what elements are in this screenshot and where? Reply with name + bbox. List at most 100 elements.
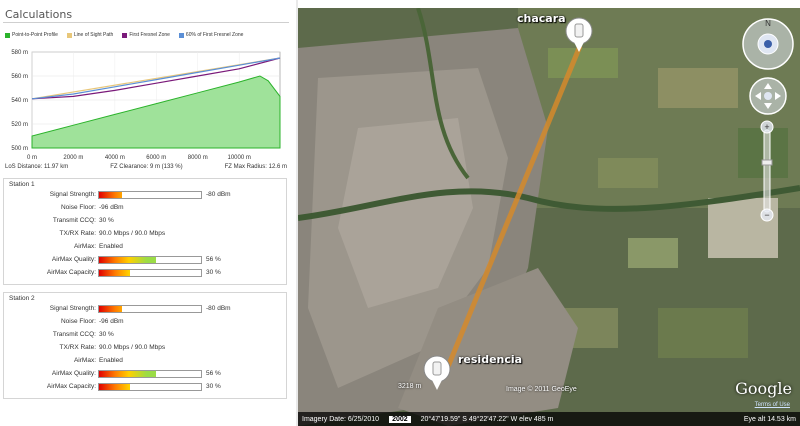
x-tick-label: 10000 m [228, 155, 251, 161]
txrx-rate-value: 90.0 Mbps / 90.0 Mbps [99, 344, 166, 351]
signal-strength-value: -80 dBm [206, 191, 231, 198]
fz-max-radius: FZ Max Radius: 12.6 m [224, 164, 287, 170]
signal-strength-label: Signal Strength: [49, 305, 96, 312]
legend-swatch-los [66, 32, 72, 38]
svg-text:+: + [764, 122, 769, 132]
transmit-ccq-value: 30 % [99, 331, 114, 338]
transmit-ccq-value: 30 % [99, 217, 114, 224]
x-tick-label: 8000 m [188, 155, 208, 161]
profile-chart-svg: 500 m 520 m 540 m 560 m 580 m 0 m 2000 m 4000 m… [11, 50, 281, 161]
airmax-label: AirMax: [73, 243, 96, 250]
noise-floor-label: Noise Floor: [60, 318, 96, 325]
satellite-map[interactable]: chacara residencia N + − 3218 m Image © … [298, 8, 800, 426]
map-status-bar: Imagery Date: 6/25/2010 2002 20°47'19.59… [298, 412, 800, 426]
airmax-capacity-fill [99, 270, 130, 276]
signal-strength-row: Signal Strength: -80 dBm [4, 303, 286, 316]
fz-clearance: FZ Clearance: 9 m (133 %) [110, 164, 183, 170]
map-pin-residencia[interactable] [422, 354, 452, 392]
look-around-control[interactable]: N [740, 16, 796, 72]
airmax-label: AirMax: [73, 357, 96, 364]
historical-year-button[interactable]: 2002 [389, 415, 411, 423]
pin-label-residencia: residencia [458, 353, 523, 366]
airmax-quality-fill [99, 257, 157, 263]
airmax-quality-value: 56 % [206, 370, 221, 377]
airmax-capacity-value: 30 % [206, 269, 221, 276]
airmax-capacity-fill [99, 384, 130, 390]
station-1-title: Station 1 [9, 181, 35, 188]
panel-title: Calculations [5, 8, 73, 21]
y-tick-label: 520 m [11, 122, 28, 128]
airmax-quality-bar [98, 256, 202, 264]
compass-north: N [765, 19, 771, 28]
signal-strength-label: Signal Strength: [49, 191, 96, 198]
transmit-ccq-label: Transmit CCQ: [52, 217, 96, 224]
y-tick-label: 500 m [11, 146, 28, 152]
noise-floor-row: Noise Floor: -96 dBm [4, 316, 286, 329]
legend-label-fresnel60: 60% of First Fresnel Zone [185, 32, 244, 38]
signal-strength-value: -80 dBm [206, 305, 231, 312]
pin-label-chacara: chacara [517, 12, 566, 25]
legend-item-fresnel60: 60% of First Fresnel Zone [178, 32, 244, 38]
legend-label-los: Line of Sight Path [73, 32, 114, 38]
terms-of-use-link[interactable]: Terms of Use [755, 402, 790, 408]
calculations-panel: Calculations Point-to-Point Profile Line… [0, 0, 292, 426]
legend-item-los: Line of Sight Path [66, 32, 114, 38]
signal-strength-row: Signal Strength: -80 dBm [4, 189, 286, 202]
airmax-capacity-bar [98, 383, 202, 391]
x-tick-label: 0 m [27, 155, 37, 161]
link-stats: LoS Distance: 11.97 km FZ Clearance: 9 m… [3, 164, 289, 177]
airmax-capacity-row: AirMax Capacity: 30 % [4, 267, 286, 280]
station-2-box: Station 2 Signal Strength: -80 dBm Noise… [3, 292, 287, 399]
svg-text:−: − [764, 210, 769, 220]
airmax-row: AirMax: Enabled [4, 355, 286, 368]
transmit-ccq-row: Transmit CCQ: 30 % [4, 329, 286, 342]
google-logo: Google [735, 379, 792, 398]
y-tick-label: 580 m [11, 50, 28, 56]
x-tick-label: 6000 m [146, 155, 166, 161]
imagery-attribution: Image © 2011 GeoEye [506, 386, 577, 393]
noise-floor-value: -96 dBm [99, 318, 124, 325]
title-divider [3, 22, 289, 23]
signal-strength-bar [98, 305, 202, 313]
map-scale: 3218 m [398, 383, 422, 390]
legend-item-fresnel: First Fresnel Zone [122, 32, 170, 38]
airmax-quality-row: AirMax Quality: 56 % [4, 254, 286, 267]
txrx-rate-row: TX/RX Rate: 90.0 Mbps / 90.0 Mbps [4, 342, 286, 355]
signal-strength-fill [99, 192, 123, 198]
legend-item-profile: Point-to-Point Profile [5, 32, 58, 38]
txrx-rate-label: TX/RX Rate: [59, 230, 96, 237]
airmax-value: Enabled [99, 357, 123, 364]
legend-label-fresnel: First Fresnel Zone [129, 32, 170, 38]
station-2-title: Station 2 [9, 295, 35, 302]
airmax-capacity-row: AirMax Capacity: 30 % [4, 381, 286, 394]
airmax-capacity-label: AirMax Capacity: [46, 383, 96, 390]
zoom-slider[interactable]: + − [758, 120, 778, 222]
los-distance: LoS Distance: 11.97 km [5, 164, 69, 170]
legend-swatch-profile [5, 32, 10, 38]
airmax-capacity-bar [98, 269, 202, 277]
y-tick-label: 560 m [11, 74, 28, 80]
profile-chart: 500 m 520 m 540 m 560 m 580 m 0 m 2000 m 4000 m… [0, 42, 292, 164]
transmit-ccq-label: Transmit CCQ: [52, 331, 96, 338]
signal-strength-fill [99, 306, 123, 312]
noise-floor-label: Noise Floor: [60, 204, 96, 211]
airmax-quality-value: 56 % [206, 256, 221, 263]
y-tick-label: 540 m [11, 98, 28, 104]
txrx-rate-row: TX/RX Rate: 90.0 Mbps / 90.0 Mbps [4, 228, 286, 241]
airmax-row: AirMax: Enabled [4, 241, 286, 254]
airmax-capacity-value: 30 % [206, 383, 221, 390]
move-control[interactable] [748, 76, 788, 116]
airmax-quality-row: AirMax Quality: 56 % [4, 368, 286, 381]
cursor-coordinates: 20°47'19.59" S 49°22'47.22" W elev 485 m [420, 415, 554, 423]
legend-swatch-fresnel60 [178, 32, 184, 38]
transmit-ccq-row: Transmit CCQ: 30 % [4, 215, 286, 228]
imagery-date: Imagery Date: 6/25/2010 [302, 415, 380, 423]
legend-swatch-fresnel [122, 32, 128, 38]
txrx-rate-label: TX/RX Rate: [59, 344, 96, 351]
map-pin-chacara[interactable] [564, 16, 594, 54]
airmax-quality-fill [99, 371, 157, 377]
airmax-value: Enabled [99, 243, 123, 250]
map-imagery[interactable] [298, 8, 800, 426]
airmax-quality-label: AirMax Quality: [51, 370, 96, 377]
x-tick-label: 2000 m [63, 155, 83, 161]
